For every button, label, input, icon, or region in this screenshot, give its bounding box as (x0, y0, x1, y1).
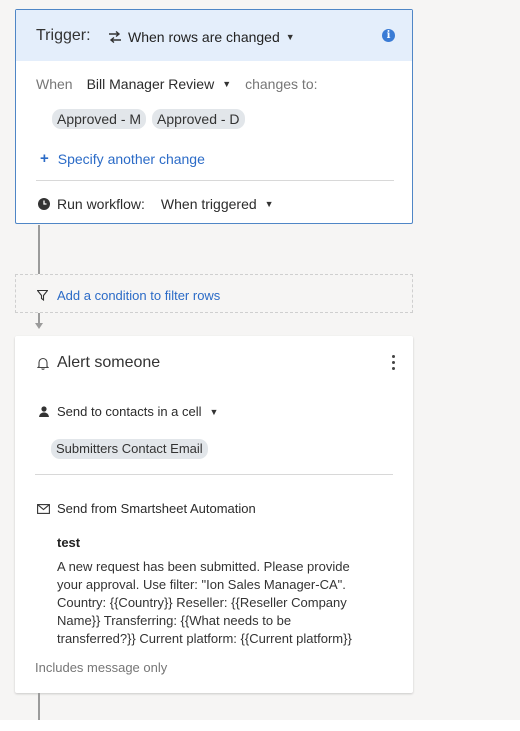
message-line: Country: {{Country}} Reseller: {{Reselle… (57, 595, 347, 610)
specify-another-change-link[interactable]: + Specify another change (40, 150, 205, 167)
message-line: transferred?}} Current platform: {{Curre… (57, 631, 352, 646)
add-condition-label: Add a condition to filter rows (57, 288, 221, 303)
add-condition-box[interactable]: Add a condition to filter rows (15, 274, 413, 313)
run-workflow-row: Run workflow: When triggered ▼ (38, 196, 274, 212)
run-workflow-value: When triggered (160, 196, 257, 212)
alert-action-card[interactable]: Alert someone Send to contacts in a cell… (15, 336, 413, 693)
changes-to-label: changes to: (245, 76, 318, 92)
bell-icon (37, 357, 49, 370)
clock-icon (38, 198, 50, 210)
recipient-column-chip[interactable]: Submitters Contact Email (51, 439, 208, 459)
divider (35, 474, 393, 475)
trigger-type-dropdown[interactable]: When rows are changed ▼ (108, 29, 295, 45)
specify-another-change-label: Specify another change (57, 150, 205, 167)
recipient-type-label: Send to contacts in a cell (57, 404, 202, 419)
add-condition-link[interactable]: Add a condition to filter rows (37, 288, 220, 303)
run-workflow-label: Run workflow: (57, 196, 145, 212)
alert-title: Alert someone (57, 354, 161, 371)
divider (36, 180, 394, 181)
message-line: Name}} Transferring: {{What needs to be (57, 613, 292, 628)
value-chip[interactable]: Approved - D (152, 109, 245, 129)
trigger-type-label: When rows are changed (128, 29, 280, 45)
alert-header: Alert someone (37, 354, 160, 372)
chevron-down-icon: ▼ (264, 199, 274, 209)
value-chip[interactable]: Approved - M (52, 109, 147, 129)
trigger-title: Trigger: (36, 27, 91, 44)
swap-arrows-icon (109, 31, 121, 43)
connector-line (38, 693, 40, 720)
info-icon[interactable]: i (382, 29, 395, 42)
plus-icon: + (40, 150, 49, 167)
sender-row[interactable]: Send from Smartsheet Automation (37, 501, 256, 516)
message-line: A new request has been submitted. Please… (57, 559, 350, 574)
condition-row: When Bill Manager Review ▼ changes to: (36, 76, 318, 92)
column-dropdown[interactable]: Bill Manager Review ▼ (87, 76, 232, 92)
chevron-down-icon: ▼ (209, 406, 219, 417)
chevron-down-icon: ▼ (285, 32, 295, 42)
envelope-icon (37, 503, 50, 514)
column-name: Bill Manager Review (86, 76, 215, 92)
message-body: A new request has been submitted. Please… (57, 558, 352, 648)
recipient-column-chip-wrap: Submitters Contact Email (51, 439, 208, 459)
message-subject: test (57, 535, 81, 550)
message-line: your approval. Use filter: "Ion Sales Ma… (57, 577, 346, 592)
trigger-card[interactable]: Trigger: When rows are changed ▼ i When … (15, 9, 413, 224)
sender-label: Send from Smartsheet Automation (57, 501, 256, 516)
run-workflow-dropdown[interactable]: When triggered ▼ (161, 196, 274, 212)
value-chips: Approved - M Approved - D (52, 109, 245, 129)
includes-message-label: Includes message only (35, 660, 168, 675)
recipient-type-dropdown[interactable]: Send to contacts in a cell ▼ (39, 404, 218, 419)
chevron-down-icon: ▼ (222, 79, 232, 89)
when-label: When (36, 76, 73, 92)
bottom-strip (0, 720, 520, 731)
more-options-icon[interactable] (392, 355, 395, 370)
filter-icon (37, 290, 48, 301)
connector-line (38, 225, 40, 274)
arrow-down-icon (35, 323, 43, 329)
person-icon (39, 406, 49, 417)
